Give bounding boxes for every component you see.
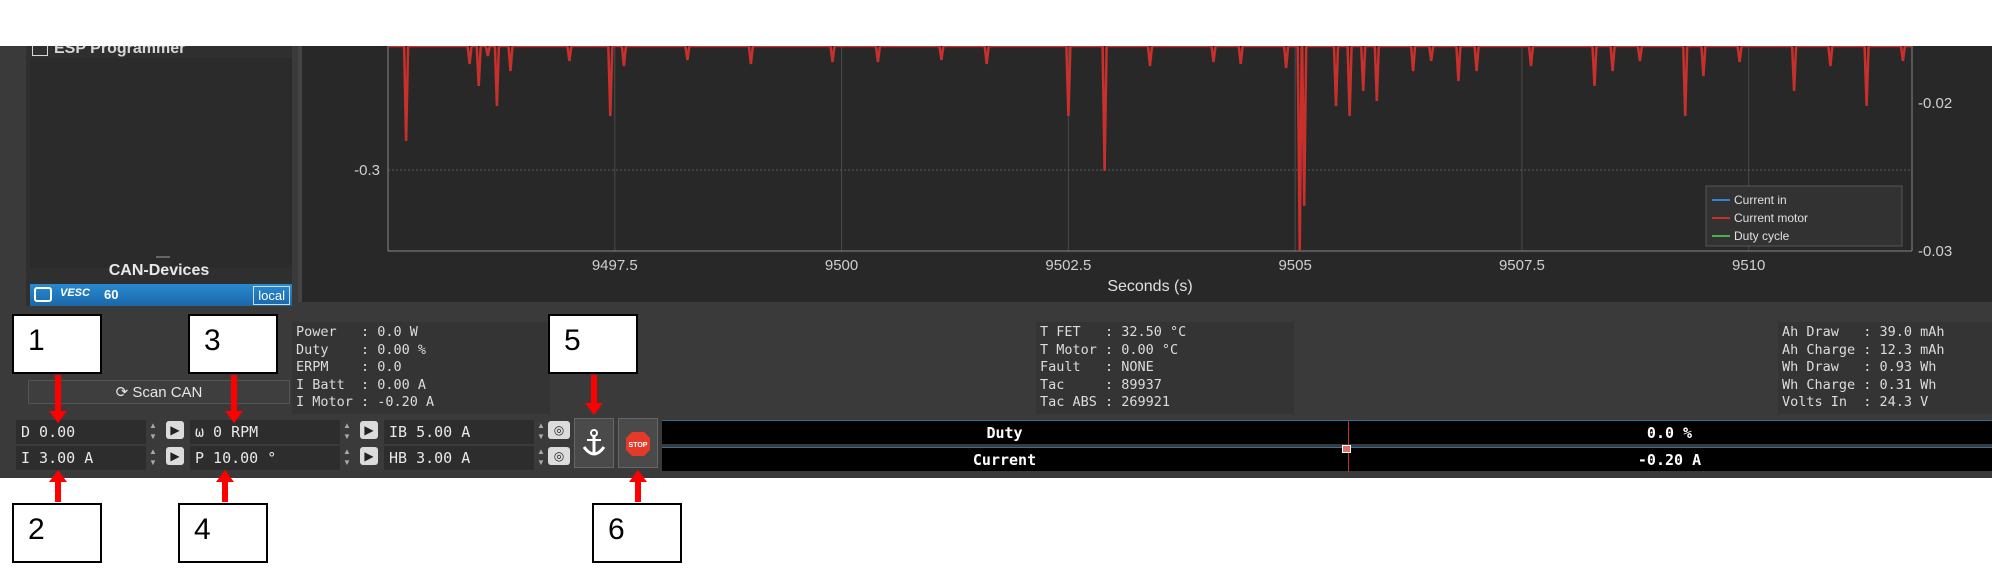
play-icon: ▶ (364, 423, 374, 437)
brake-icon: ◎ (553, 449, 565, 463)
stop-sign-icon: STOP (626, 432, 650, 456)
current-bar: Current -0.20 A (662, 447, 1992, 472)
stats-middle: T FET : 32.50 °C T Motor : 0.00 °C Fault… (1036, 322, 1294, 414)
x-tick-label: 9500 (825, 257, 858, 274)
y-tick-label-right: -0.02 (1918, 95, 1952, 112)
x-tick-label: 9510 (1732, 257, 1765, 274)
handbrake-input[interactable]: HB 3.00 A (384, 446, 534, 470)
y-tick-label-left: -0.3 (354, 162, 380, 179)
x-axis-label: Seconds (s) (1107, 278, 1192, 295)
svg-text:STOP: STOP (629, 442, 648, 449)
play-icon: ▶ (364, 449, 374, 463)
x-tick-label: 9502.5 (1045, 257, 1091, 274)
device-id: 60 (104, 287, 119, 302)
stats-left: Power : 0.0 W Duty : 0.00 % ERPM : 0.0 I… (292, 322, 550, 414)
callout-3: 3 (188, 314, 278, 374)
legend-entry: Current motor (1734, 211, 1808, 225)
vesc-tool-window: ESP Programmer CAN-Devices VESC 60 local… (0, 46, 1992, 478)
callout-6: 6 (592, 503, 682, 563)
anchor-button[interactable] (574, 418, 614, 468)
rpm-spinner[interactable]: ▲ ▼ (342, 420, 352, 444)
duty-input[interactable]: D 0.00 (16, 420, 146, 444)
x-tick-label: 9507.5 (1499, 257, 1545, 274)
callout-4: 4 (178, 503, 268, 563)
vesc-logo: VESC (60, 287, 90, 299)
esp-programmer-item[interactable]: ESP Programmer (32, 46, 185, 58)
hb-spinner[interactable]: ▲ ▼ (536, 446, 546, 470)
device-list (30, 58, 292, 268)
legend-entry: Duty cycle (1734, 229, 1790, 243)
ib-apply-button[interactable]: ◎ (548, 421, 570, 439)
legend-entry: Current in (1734, 193, 1787, 207)
can-device-row[interactable]: VESC 60 local (30, 284, 292, 306)
duty-apply-button[interactable]: ▶ (166, 421, 184, 439)
local-badge: local (253, 286, 290, 305)
current-bar-value: -0.20 A (1637, 451, 1702, 469)
duty-bar-label: Duty (986, 424, 1023, 442)
x-tick-label: 9497.5 (592, 257, 638, 274)
anchor-icon (582, 429, 606, 456)
callout-2: 2 (12, 503, 102, 563)
x-tick-label: 9505 (1278, 257, 1311, 274)
scan-can-button[interactable]: ⟳ Scan CAN (28, 380, 290, 404)
play-icon: ▶ (170, 423, 180, 437)
arrow-5 (585, 375, 603, 415)
stop-button[interactable]: STOP (618, 418, 658, 468)
esp-programmer-label: ESP Programmer (54, 46, 186, 57)
current-bar-label: Current (972, 451, 1037, 469)
position-spinner[interactable]: ▲ ▼ (342, 446, 352, 470)
chip-icon (32, 46, 48, 56)
plot-canvas: 9497.5 9500 9502.5 9505 9507.5 9510 -0.3 -0.02 -… (354, 46, 1952, 295)
rpm-input[interactable]: ω 0 RPM (190, 420, 340, 444)
duty-bar: Duty 0.0 % (662, 420, 1992, 445)
can-devices-panel: ESP Programmer CAN-Devices VESC 60 local (26, 46, 292, 306)
arrow-6 (629, 470, 647, 502)
current-spinner[interactable]: ▲ ▼ (148, 446, 158, 470)
brake-current-input[interactable]: IB 5.00 A (384, 420, 534, 444)
arrow-3 (225, 375, 243, 423)
position-apply-button[interactable]: ▶ (360, 447, 378, 465)
duty-bar-value: 0.0 % (1646, 424, 1693, 442)
refresh-icon: ⟳ (115, 384, 129, 401)
callout-1: 1 (12, 314, 102, 374)
position-input[interactable]: P 10.00 ° (190, 446, 340, 470)
arrow-2 (49, 470, 67, 502)
y-tick-label-right: -0.03 (1918, 243, 1952, 260)
ib-spinner[interactable]: ▲ ▼ (536, 420, 546, 444)
rpm-apply-button[interactable]: ▶ (360, 421, 378, 439)
vesc-chip-icon (34, 287, 52, 302)
realtime-plot[interactable]: 9497.5 9500 9502.5 9505 9507.5 9510 -0.3 -0.02 -… (298, 46, 1992, 302)
scan-can-label: Scan CAN (132, 384, 203, 401)
arrow-1 (49, 375, 67, 423)
play-icon: ▶ (170, 449, 180, 463)
splitter-handle[interactable] (156, 256, 170, 258)
can-devices-title: CAN-Devices (108, 262, 210, 279)
duty-spinner[interactable]: ▲ ▼ (148, 420, 158, 444)
hb-apply-button[interactable]: ◎ (548, 447, 570, 465)
control-area: D 0.00 ▲ ▼ ▶ ω 0 RPM ▲ ▼ ▶ IB 5.00 A ▲ ▼ ◎ … (16, 418, 662, 472)
arrow-4 (216, 470, 234, 502)
current-apply-button[interactable]: ▶ (166, 447, 184, 465)
current-motor-trace (388, 46, 1912, 252)
stats-right: Ah Draw : 39.0 mAh Ah Charge : 12.3 mAh … (1778, 322, 1992, 414)
brake-icon: ◎ (553, 423, 565, 437)
bar-marker (1342, 445, 1351, 453)
callout-5: 5 (548, 314, 638, 374)
current-input[interactable]: I 3.00 A (16, 446, 146, 470)
